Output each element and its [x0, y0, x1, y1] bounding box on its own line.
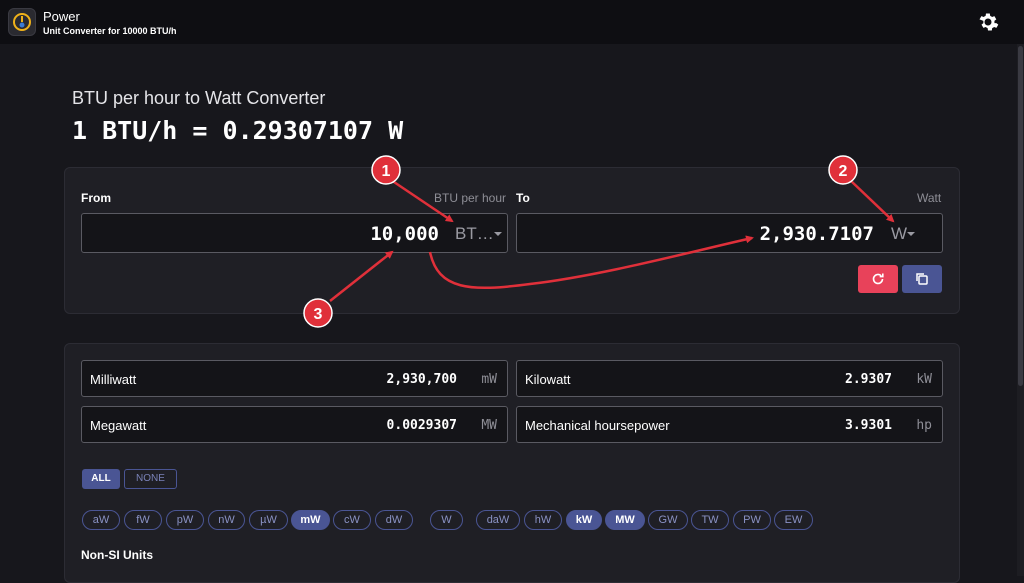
annotation-badge-3: 3: [303, 298, 333, 328]
annotation-arrow-1: [390, 178, 454, 223]
annotation-badge-3-label: 3: [314, 306, 323, 323]
annotation-badge-1-label: 1: [382, 163, 391, 180]
annotation-badge-1: 1: [371, 155, 401, 185]
annotation-arrow-2: [849, 179, 895, 223]
annotation-badge-2-label: 2: [839, 163, 848, 180]
annotation-arrow-3: [329, 250, 394, 302]
annotation-overlay: 1 2 3: [303, 155, 895, 328]
annotation-badge-2: 2: [828, 155, 858, 185]
annotation-flow-arrow: [428, 235, 754, 289]
